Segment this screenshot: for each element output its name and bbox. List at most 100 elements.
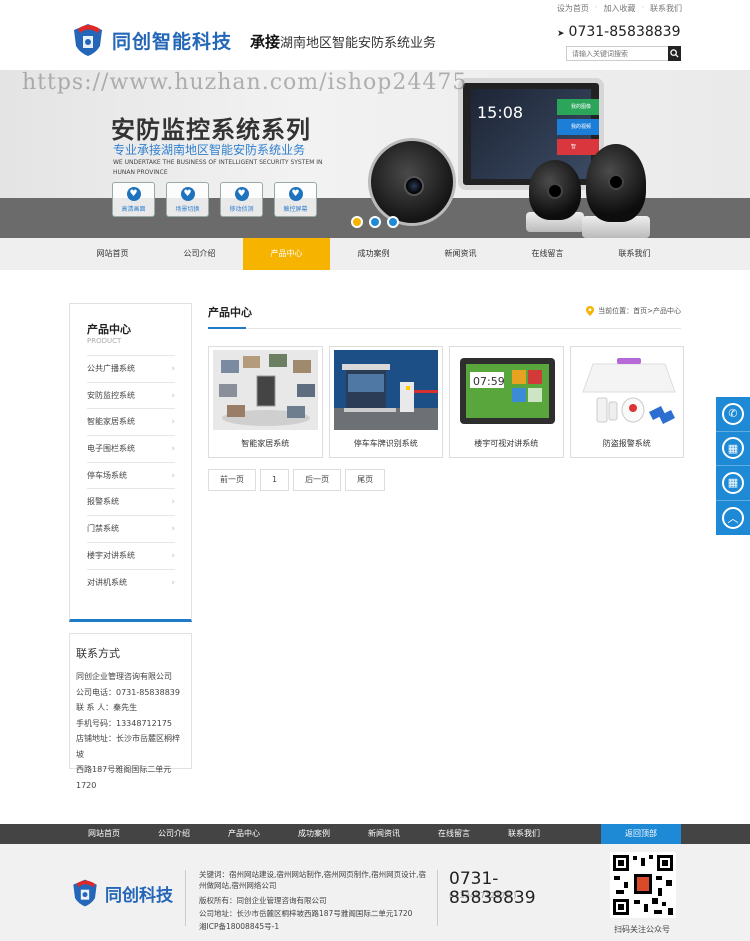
top-links: 设为首页 · 加入收藏 · 联系我们 — [557, 3, 682, 14]
logo-shield-icon — [74, 24, 102, 56]
contact-line: 西路187号雅阁国际二单元1720 — [76, 765, 172, 790]
sidebar-item[interactable]: 楼宇对讲系统 › — [87, 541, 175, 569]
sidebar-item-label: 报警系统 — [87, 497, 119, 507]
add-favorite-link[interactable]: 加入收藏 — [603, 3, 635, 14]
feature-scene-switch: ♥ 场景切换 — [166, 182, 209, 217]
contact-us-link[interactable]: 联系我们 — [650, 3, 682, 14]
hero-banner[interactable]: 15:08 我的图像 我的视频 智 安防监控系统系列 专业承接湖南地区智能安防系… — [0, 70, 750, 238]
main-nav: 网站首页 公司介绍 产品中心 成功案例 新闻资讯 在线留言 联系我们 — [0, 238, 750, 270]
set-homepage-link[interactable]: 设为首页 — [557, 3, 589, 14]
chevron-right-icon: › — [171, 390, 175, 401]
footer-nav-products[interactable]: 产品中心 — [209, 824, 279, 844]
sidebar-item-label: 智能家居系统 — [87, 417, 135, 427]
nav-news[interactable]: 新闻资讯 — [417, 238, 504, 270]
tablet-app-tile: 我的视频 — [557, 119, 599, 135]
slogan-bold: 承接 — [250, 33, 281, 51]
sidebar-item[interactable]: 安防监控系统 › — [87, 381, 175, 409]
sidebar-item[interactable]: 智能家居系统 › — [87, 408, 175, 435]
footer-nav-message[interactable]: 在线留言 — [419, 824, 489, 844]
qr-code-icon: ▦ — [722, 471, 744, 494]
page-number[interactable]: 1 — [260, 469, 290, 491]
nav-message[interactable]: 在线留言 — [504, 238, 591, 270]
footer-divider — [437, 870, 438, 926]
footer-qr-code — [610, 852, 676, 918]
heart-icon: ♥ — [234, 187, 249, 201]
slider-dot-1[interactable] — [351, 216, 363, 228]
chevron-right-icon: › — [171, 364, 175, 374]
footer-address: 公司地址：长沙市岳麓区桐梓坡西路187号雅阁国际二单元1720 — [199, 909, 413, 918]
sidebar-title-en: PRODUCT — [87, 337, 122, 345]
sidebar-item[interactable]: 停车场系统 › — [87, 461, 175, 489]
nav-products[interactable]: 产品中心 — [243, 238, 330, 270]
sidebar-item[interactable]: 公共广播系统 › — [87, 355, 175, 382]
float-top-button[interactable]: ︿ — [716, 501, 750, 536]
heart-icon: ♥ — [288, 187, 303, 201]
search-button[interactable] — [668, 46, 681, 61]
product-card[interactable]: 防盗报警系统 — [569, 346, 684, 458]
footer-nav-news[interactable]: 新闻资讯 — [349, 824, 419, 844]
watermark-text: https://www.huzhan.com/ishop24475 — [22, 70, 468, 95]
sidebar-item-label: 对讲机系统 — [87, 577, 127, 587]
phone-number: 0731-85838839 — [568, 24, 681, 40]
heart-icon: ♥ — [126, 187, 141, 201]
product-card[interactable]: 07:59 楼宇可视对讲系统 — [449, 346, 564, 458]
nav-contact[interactable]: 联系我们 — [591, 238, 678, 270]
product-name: 停车车牌识别系统 — [353, 439, 418, 448]
footer-nav: 网站首页 公司介绍 产品中心 成功案例 新闻资讯 在线留言 联系我们 返回顶部 — [0, 824, 750, 844]
sidebar-item[interactable]: 对讲机系统 › — [87, 568, 175, 596]
round-camera-image — [368, 138, 456, 226]
product-card[interactable]: 智能家居系统 — [208, 346, 323, 458]
site-logo[interactable]: 同创智能科技 — [70, 22, 232, 58]
sidebar-item-label: 公共广播系统 — [87, 364, 135, 373]
float-qr-button[interactable]: ▦ — [716, 432, 750, 466]
footer-copyright: 版权所有：同创企业管理咨询有限公司 — [199, 896, 327, 905]
product-image-intercom: 07:59 — [454, 350, 559, 430]
sidebar-item-label: 安防监控系统 — [87, 390, 135, 400]
float-phone-button[interactable]: ✆ — [716, 397, 750, 432]
qr-caption: 扫码关注公众号 — [614, 925, 670, 934]
breadcrumb-text: 当前位置：首页>产品中心 — [598, 307, 681, 315]
camera-lens — [608, 173, 624, 190]
float-qr-button[interactable]: ▦ — [716, 466, 750, 501]
footer-nav-home[interactable]: 网站首页 — [69, 824, 139, 844]
header-phone: ➤ 0731-85838839 — [557, 24, 681, 40]
phone-arrow-icon: ➤ — [557, 29, 565, 39]
sidebar-item[interactable]: 报警系统 › — [87, 488, 175, 515]
banner-english-text: WE UNDERTAKE THE BUSINESS OF INTELLIGENT… — [113, 159, 323, 176]
footer-nav-about[interactable]: 公司介绍 — [139, 824, 209, 844]
search-input[interactable] — [567, 47, 668, 60]
nav-about[interactable]: 公司介绍 — [156, 238, 243, 270]
location-pin-icon — [586, 306, 595, 316]
footer-logo[interactable]: 同创科技 — [70, 878, 173, 908]
back-to-top-button[interactable]: 返回顶部 — [601, 824, 681, 844]
slider-dot-3[interactable] — [387, 216, 399, 228]
logo-text: 同创智能科技 — [112, 30, 233, 53]
search-box — [566, 46, 681, 61]
nav-home[interactable]: 网站首页 — [69, 238, 156, 270]
header: 设为首页 · 加入收藏 · 联系我们 同创智能科技 承接湖南地区智能安防系统业务… — [0, 0, 750, 70]
contact-line: 公司电话：0731-85838839 — [76, 687, 180, 697]
next-page-button[interactable]: 后一页 — [293, 469, 342, 491]
title-divider — [208, 327, 681, 329]
phone-icon: ✆ — [722, 402, 744, 425]
sidebar-item-label: 门禁系统 — [87, 524, 119, 534]
nav-cases[interactable]: 成功案例 — [330, 238, 417, 270]
chevron-right-icon: › — [171, 497, 175, 508]
sidebar-item[interactable]: 电子围栏系统 › — [87, 435, 175, 462]
product-grid: 智能家居系统 停车车牌识别系统 07:59 楼宇可视对讲系统 防盗报警系统 — [208, 346, 684, 458]
slider-dot-2[interactable] — [369, 216, 381, 228]
product-image-alarm — [574, 350, 679, 430]
product-name: 楼宇可视对讲系统 — [474, 439, 539, 448]
footer-nav-cases[interactable]: 成功案例 — [279, 824, 349, 844]
contact-line: 联 系 人：秦先生 — [76, 703, 138, 712]
product-name: 防盗报警系统 — [602, 439, 651, 448]
product-card[interactable]: 停车车牌识别系统 — [328, 346, 443, 458]
sidebar-item-label: 电子围栏系统 — [87, 444, 135, 454]
sidebar-item[interactable]: 门禁系统 › — [87, 515, 175, 542]
footer-nav-contact[interactable]: 联系我们 — [489, 824, 559, 844]
last-page-button[interactable]: 尾页 — [345, 469, 386, 491]
chevron-right-icon: › — [171, 550, 175, 561]
prev-page-button[interactable]: 前一页 — [208, 469, 256, 491]
footer-keywords: 关键词：宿州网站建设,宿州网站制作,宿州网页制作,宿州网页设计,宿州做网站,宿州… — [199, 870, 427, 890]
feature-hd-picture: ♥ 高清画面 — [112, 182, 155, 217]
